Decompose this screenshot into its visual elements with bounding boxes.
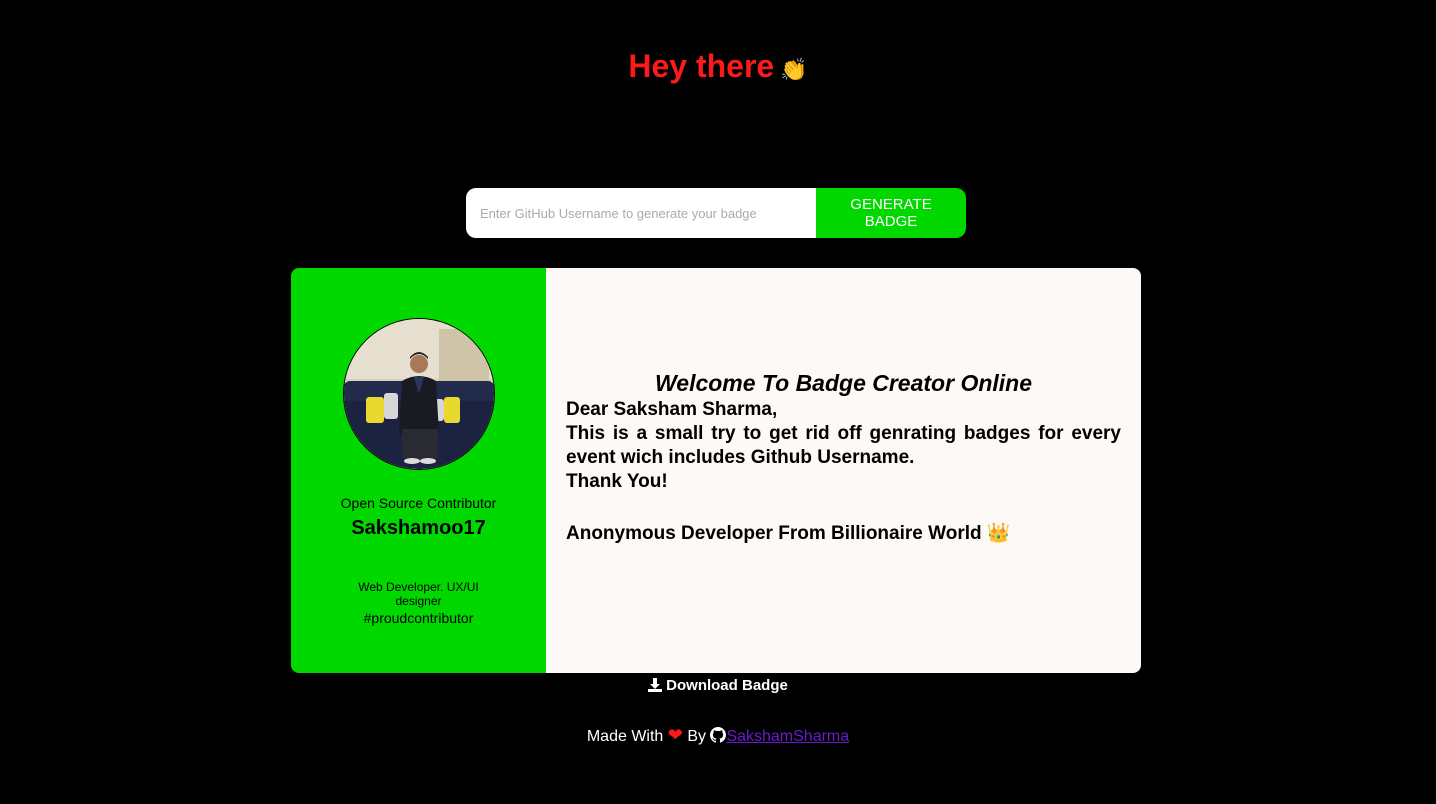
badge-profile-panel: Open Source Contributor Sakshamoo17 Web … — [291, 268, 546, 673]
footer-by: By — [687, 728, 706, 745]
user-bio: Web Developer. UX/UI designer — [358, 580, 479, 608]
role-title: Open Source Contributor — [340, 495, 497, 511]
avatar — [342, 318, 495, 470]
author-github-link[interactable]: SakshamSharma — [726, 728, 849, 745]
download-badge-button[interactable]: Download Badge — [0, 677, 1436, 696]
generate-badge-button[interactable]: GENERATE BADGE — [816, 188, 966, 238]
avatar-photo — [343, 319, 494, 469]
github-username: Sakshamoo17 — [351, 517, 486, 539]
signoff-text: Anonymous Developer From Billionaire Wor… — [566, 523, 982, 544]
github-username-input[interactable] — [466, 188, 816, 238]
footer-made-with: Made With — [586, 728, 664, 745]
footer: Made With ❤ By SakshamSharma — [0, 725, 1436, 748]
search-bar: GENERATE BADGE — [466, 188, 966, 238]
welcome-heading: Welcome To Badge Creator Online — [654, 370, 1033, 396]
letter-message: This is a small try to get rid off genra… — [566, 423, 1121, 468]
letter-thanks: Thank You! — [566, 471, 668, 492]
download-label: Download Badge — [666, 677, 788, 694]
crown-icon: 👑 — [986, 523, 1011, 544]
github-icon — [710, 727, 727, 748]
greeting-heading: Hey there 👏 — [0, 48, 1436, 85]
letter-signoff: Anonymous Developer From Billionaire Wor… — [566, 521, 1121, 545]
clapping-hands-icon: 👏 — [780, 57, 808, 82]
badge-card: Open Source Contributor Sakshamoo17 Web … — [291, 268, 1141, 673]
badge-message-panel: Welcome To Badge Creator Online Dear Sak… — [546, 268, 1141, 673]
download-icon — [648, 678, 663, 696]
page: Hey there👏 GENERATE BADGE — [0, 0, 1436, 804]
greeting-text: Hey there — [628, 48, 775, 84]
letter-salutation: Dear Saksham Sharma, — [566, 399, 778, 420]
heart-icon: ❤ — [667, 725, 683, 745]
hashtag: #proudcontributor — [363, 610, 474, 626]
